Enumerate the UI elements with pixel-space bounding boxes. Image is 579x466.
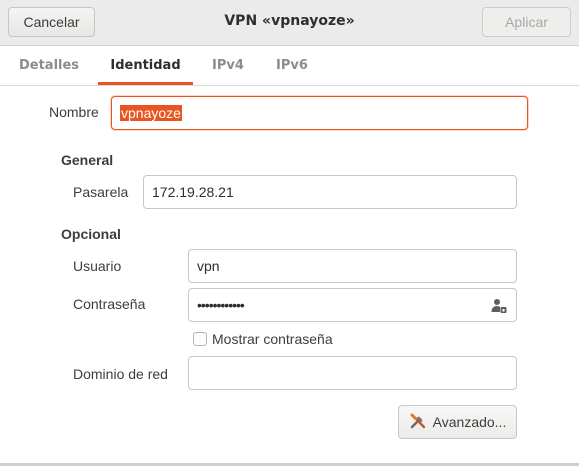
password-value: •••••••••••• [197, 297, 245, 313]
tab-ipv4[interactable]: IPv4 [200, 46, 256, 85]
name-field[interactable]: vpnayoze [111, 96, 528, 130]
apply-button[interactable]: Aplicar [482, 7, 571, 37]
show-password-checkbox[interactable] [193, 332, 207, 346]
tools-icon [409, 412, 427, 433]
general-heading: General [61, 152, 114, 168]
advanced-button[interactable]: Avanzado... [398, 405, 517, 439]
tab-identidad[interactable]: Identidad [98, 46, 193, 85]
user-label: Usuario [73, 258, 122, 274]
header-bar: Cancelar VPN «vpnayoze» Aplicar [0, 0, 579, 46]
tab-ipv6[interactable]: IPv6 [264, 46, 320, 85]
gateway-label: Pasarela [73, 184, 129, 200]
show-password-label[interactable]: Mostrar contraseña [212, 331, 333, 347]
name-value: vpnayoze [120, 105, 182, 121]
domain-field[interactable] [188, 356, 517, 390]
gateway-value: 172.19.28.21 [152, 184, 234, 200]
user-field[interactable]: vpn [188, 249, 517, 283]
tab-detalles[interactable]: Detalles [10, 46, 88, 85]
password-field[interactable]: •••••••••••• [188, 288, 517, 322]
name-label: Nombre [49, 104, 99, 120]
domain-label: Dominio de red [73, 366, 168, 382]
user-password-icon[interactable] [490, 297, 508, 315]
advanced-label: Avanzado... [432, 414, 507, 430]
tab-bar: Detalles Identidad IPv4 IPv6 [0, 46, 579, 86]
user-value: vpn [197, 258, 220, 274]
password-label: Contraseña [73, 296, 146, 312]
gateway-field[interactable]: 172.19.28.21 [143, 175, 517, 209]
optional-heading: Opcional [61, 226, 121, 242]
